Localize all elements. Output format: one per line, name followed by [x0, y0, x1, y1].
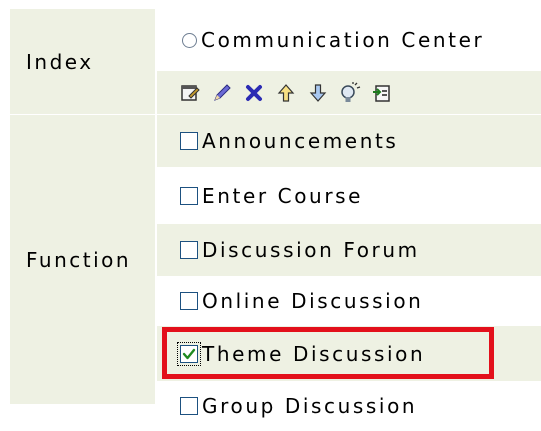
delete-x-icon[interactable]: [243, 82, 265, 104]
function-item-label: Announcements: [202, 129, 399, 153]
communication-center-label: Communication Center: [201, 28, 485, 52]
function-item-label: Group Discussion: [202, 394, 418, 418]
move-down-arrow-icon[interactable]: [307, 82, 329, 104]
export-icon[interactable]: [371, 82, 393, 104]
function-item-label: Online Discussion: [202, 289, 424, 313]
discussion-forum-checkbox[interactable]: [180, 241, 198, 259]
move-up-arrow-icon[interactable]: [275, 82, 297, 104]
online-discussion-checkbox[interactable]: [180, 292, 198, 310]
checkmark-icon: [182, 348, 196, 359]
function-item-online-discussion[interactable]: Online Discussion: [157, 276, 541, 326]
bulb-idea-icon[interactable]: [339, 81, 361, 104]
function-item-label: Discussion Forum: [202, 238, 420, 262]
communication-center-row[interactable]: Communication Center: [157, 9, 541, 71]
function-label: Function: [10, 115, 155, 404]
permission-table: Index Function Communication Center Anno…: [0, 0, 541, 431]
function-item-announcements[interactable]: Announcements: [157, 115, 541, 167]
function-item-group-discussion[interactable]: Group Discussion: [157, 381, 541, 431]
toolbar: [157, 71, 541, 114]
pencil-icon[interactable]: [211, 82, 233, 104]
function-item-label: Enter Course: [202, 183, 364, 208]
function-item-label: Theme Discussion: [202, 341, 426, 366]
function-item-discussion-forum[interactable]: Discussion Forum: [157, 224, 541, 276]
function-item-theme-discussion[interactable]: Theme Discussion: [157, 326, 541, 381]
announcements-checkbox[interactable]: [180, 132, 198, 150]
group-discussion-checkbox[interactable]: [180, 397, 198, 415]
enter-course-checkbox[interactable]: [180, 186, 198, 205]
communication-center-radio[interactable]: [182, 32, 197, 48]
edit-page-icon[interactable]: [179, 82, 201, 104]
index-label: Index: [10, 9, 155, 114]
theme-discussion-checkbox[interactable]: [177, 341, 201, 366]
function-item-enter-course[interactable]: Enter Course: [157, 167, 541, 224]
